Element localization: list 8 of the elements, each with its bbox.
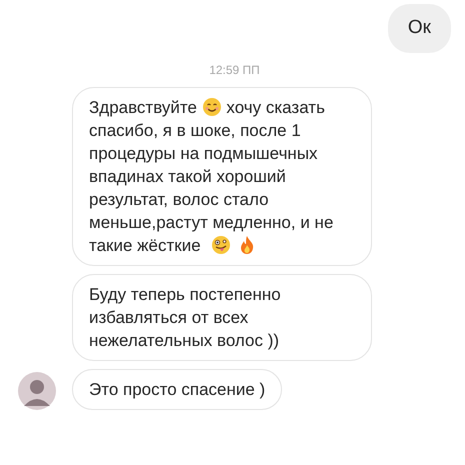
- smiling-face-icon: [202, 96, 222, 116]
- message-bubble: Это просто спасение ): [72, 368, 282, 410]
- message-bubble: Буду теперь постепенно избавляться от всех нежелательных волос )): [72, 274, 372, 360]
- message-bubble: Ок: [388, 4, 451, 52]
- timestamp: 12:59 ПП: [209, 62, 260, 78]
- tongue-face-icon: [211, 234, 232, 254]
- message-bubble: Здравствуйте хочу сказать спасибо, я в шоке, после 1 процедуры на подмышечных впадинах такой хороший результат, волос стало меньше,растут медленно, и не такие жёсткие: [72, 86, 372, 266]
- avatar[interactable]: [18, 372, 56, 410]
